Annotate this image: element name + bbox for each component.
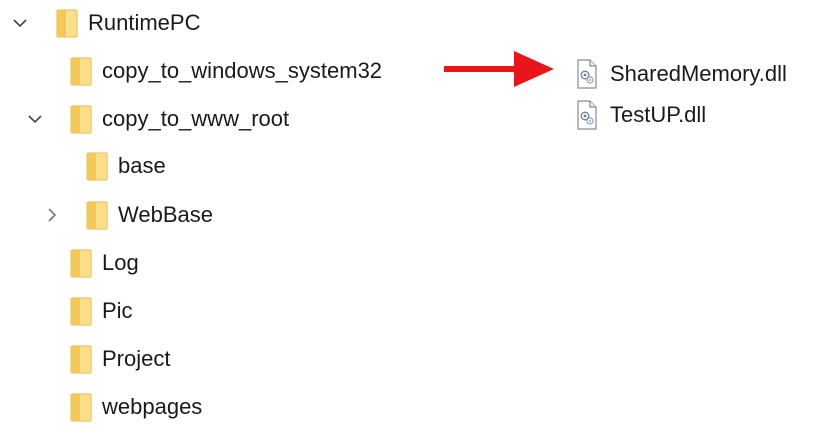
- folder-icon: [70, 56, 92, 86]
- folder-icon: [86, 151, 108, 181]
- dll-file-icon: [576, 59, 598, 89]
- file-item-sharedmemory-dll[interactable]: SharedMemory.dll: [576, 56, 787, 92]
- tree-item-label: RuntimePC: [88, 10, 201, 35]
- file-item-label: SharedMemory.dll: [610, 61, 787, 86]
- folder-icon: [70, 248, 92, 278]
- file-item-testup-dll[interactable]: TestUP.dll: [576, 97, 706, 133]
- chevron-right-icon[interactable]: [42, 205, 62, 225]
- tree-item-log[interactable]: Log: [70, 243, 139, 283]
- tree-item-webpages[interactable]: webpages: [70, 387, 202, 427]
- red-arrow-icon: [444, 51, 554, 87]
- folder-icon: [70, 392, 92, 422]
- file-item-label: TestUP.dll: [610, 102, 707, 127]
- tree-item-label: copy_to_windows_system32: [102, 58, 383, 83]
- tree-item-label: WebBase: [118, 202, 213, 227]
- tree-item-label: base: [118, 153, 166, 178]
- tree-item-label: Project: [102, 346, 171, 371]
- tree-item-project[interactable]: Project: [70, 339, 170, 379]
- tree-item-copy-to-www-root[interactable]: copy_to_www_root: [70, 99, 289, 139]
- tree-item-runtimepc[interactable]: RuntimePC: [56, 3, 200, 43]
- tree-item-label: Log: [102, 250, 139, 275]
- chevron-down-icon[interactable]: [25, 109, 45, 129]
- tree-item-webbase[interactable]: WebBase: [86, 195, 213, 235]
- folder-icon: [86, 200, 108, 230]
- folder-icon: [70, 104, 92, 134]
- tree-item-copy-to-windows-system32[interactable]: copy_to_windows_system32: [70, 51, 382, 91]
- folder-icon: [70, 344, 92, 374]
- folder-icon: [70, 296, 92, 326]
- chevron-down-icon[interactable]: [10, 13, 30, 33]
- dll-file-icon: [576, 100, 598, 130]
- tree-item-base[interactable]: base: [86, 146, 166, 186]
- tree-item-label: Pic: [102, 298, 133, 323]
- tree-item-label: copy_to_www_root: [102, 106, 290, 131]
- tree-item-pic[interactable]: Pic: [70, 291, 133, 331]
- folder-icon: [56, 8, 78, 38]
- tree-item-label: webpages: [102, 394, 203, 419]
